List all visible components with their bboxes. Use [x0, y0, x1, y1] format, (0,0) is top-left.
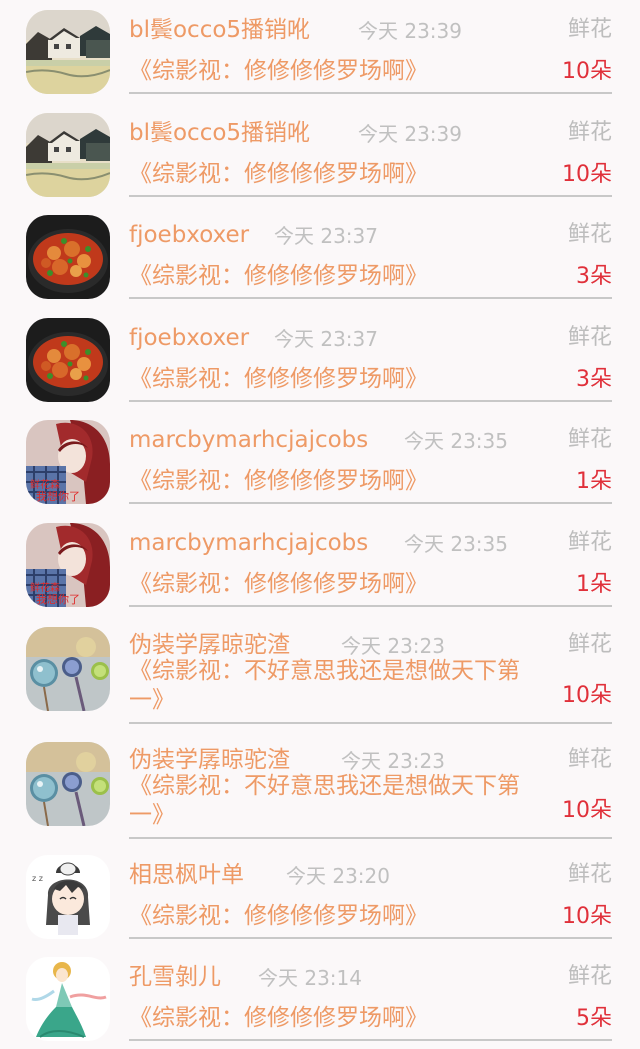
gift-type-label: 鲜花	[567, 325, 612, 350]
list-item[interactable]: 孔雪剝儿 今天 23:14 鲜花 《综影视：修修修修罗场啊》 5朵	[0, 957, 640, 1049]
timestamp: 今天 23:39	[358, 19, 462, 43]
book-title[interactable]: 《综影视：修修修修罗场啊》	[129, 467, 549, 496]
row-divider	[129, 837, 612, 839]
book-title[interactable]: 《综影视：不好意思我还是想做天下第一》	[129, 657, 549, 715]
svg-text:我想你了: 我想你了	[36, 489, 80, 503]
book-title[interactable]: 《综影视：不好意思我还是想做天下第一》	[129, 772, 549, 830]
book-title[interactable]: 《综影视：修修修修罗场啊》	[129, 1004, 549, 1033]
user-name[interactable]: 伪装学孱晾驼渣	[129, 630, 290, 660]
list-item[interactable]: fjoebxoxer 今天 23:37 鲜花 《综影视：修修修修罗场啊》 3朵	[0, 318, 640, 413]
user-avatar[interactable]	[26, 10, 110, 94]
row-divider	[129, 605, 612, 607]
flower-count: 10朵	[562, 683, 612, 708]
timestamp: 今天 23:39	[358, 122, 462, 146]
user-avatar[interactable]	[26, 627, 110, 711]
flower-count: 3朵	[576, 367, 612, 392]
timestamp: 今天 23:37	[274, 327, 378, 351]
user-avatar[interactable]	[26, 742, 110, 826]
timestamp: 今天 23:20	[286, 864, 390, 888]
gift-type-label: 鲜花	[567, 222, 612, 247]
svg-text:z z: z z	[32, 874, 43, 883]
row-divider	[129, 1039, 612, 1041]
book-title[interactable]: 《综影视：修修修修罗场啊》	[129, 365, 549, 394]
gift-type-label: 鲜花	[567, 747, 612, 772]
svg-text:我想你了: 我想你了	[36, 592, 80, 606]
user-name[interactable]: 相思枫叶单	[129, 860, 244, 890]
book-title[interactable]: 《综影视：修修修修罗场啊》	[129, 160, 549, 189]
flower-count: 10朵	[562, 162, 612, 187]
timestamp: 今天 23:14	[258, 966, 362, 990]
timestamp: 今天 23:37	[274, 224, 378, 248]
user-avatar[interactable]	[26, 215, 110, 299]
flower-count: 1朵	[576, 572, 612, 597]
row-divider	[129, 722, 612, 724]
user-avatar[interactable]	[26, 113, 110, 197]
list-item[interactable]: 伪装学孱晾驼渣 今天 23:23 鲜花 《综影视：不好意思我还是想做天下第一》 10朵	[0, 625, 640, 735]
user-avatar[interactable]: z z	[26, 855, 110, 939]
list-item[interactable]: fjoebxoxer 今天 23:37 鲜花 《综影视：修修修修罗场啊》 3朵	[0, 215, 640, 310]
user-name[interactable]: marcbymarhcjajcobs	[129, 425, 368, 455]
flower-count: 10朵	[562, 798, 612, 823]
gift-record-list: bl鬓occo5播销吪 今天 23:39 鲜花 《综影视：修修修修罗场啊》 10朵 bl…	[0, 0, 640, 1049]
list-item[interactable]: 鲜花森 我想你了 marcbymarhcjajcobs 今天 23:35 鲜花 《综影…	[0, 523, 640, 618]
list-item[interactable]: bl鬓occo5播销吪 今天 23:39 鲜花 《综影视：修修修修罗场啊》 10朵	[0, 113, 640, 208]
row-divider	[129, 400, 612, 402]
row-divider	[129, 92, 612, 94]
list-item[interactable]: bl鬓occo5播销吪 今天 23:39 鲜花 《综影视：修修修修罗场啊》 10朵	[0, 10, 640, 105]
gift-type-label: 鲜花	[567, 530, 612, 555]
user-name[interactable]: bl鬓occo5播销吪	[129, 118, 310, 148]
flower-count: 3朵	[576, 264, 612, 289]
row-divider	[129, 937, 612, 939]
book-title[interactable]: 《综影视：修修修修罗场啊》	[129, 262, 549, 291]
row-divider	[129, 502, 612, 504]
user-avatar[interactable]	[26, 318, 110, 402]
flower-count: 5朵	[576, 1006, 612, 1031]
flower-count: 1朵	[576, 469, 612, 494]
list-item[interactable]: z z 相思枫叶单 今天 23:20 鲜花 《综影视：修修修修罗场啊》 10朵	[0, 855, 640, 950]
book-title[interactable]: 《综影视：修修修修罗场啊》	[129, 57, 549, 86]
gift-type-label: 鲜花	[567, 632, 612, 657]
flower-count: 10朵	[562, 59, 612, 84]
list-item[interactable]: 伪装学孱晾驼渣 今天 23:23 鲜花 《综影视：不好意思我还是想做天下第一》 10朵	[0, 740, 640, 850]
user-avatar[interactable]: 鲜花森 我想你了	[26, 420, 110, 504]
timestamp: 今天 23:35	[404, 429, 508, 453]
book-title[interactable]: 《综影视：修修修修罗场啊》	[129, 902, 549, 931]
gift-type-label: 鲜花	[567, 17, 612, 42]
gift-type-label: 鲜花	[567, 862, 612, 887]
gift-type-label: 鲜花	[567, 964, 612, 989]
gift-type-label: 鲜花	[567, 120, 612, 145]
user-name[interactable]: fjoebxoxer	[129, 323, 249, 353]
user-name[interactable]: fjoebxoxer	[129, 220, 249, 250]
book-title[interactable]: 《综影视：修修修修罗场啊》	[129, 570, 549, 599]
user-name[interactable]: bl鬓occo5播销吪	[129, 15, 310, 45]
row-divider	[129, 195, 612, 197]
flower-count: 10朵	[562, 904, 612, 929]
user-avatar[interactable]: 鲜花森 我想你了	[26, 523, 110, 607]
row-divider	[129, 297, 612, 299]
user-name[interactable]: marcbymarhcjajcobs	[129, 528, 368, 558]
user-avatar[interactable]	[26, 957, 110, 1041]
gift-type-label: 鲜花	[567, 427, 612, 452]
user-name[interactable]: 孔雪剝儿	[129, 962, 221, 992]
user-name[interactable]: 伪装学孱晾驼渣	[129, 745, 290, 775]
list-item[interactable]: 鲜花森 我想你了 marcbymarhcjajcobs 今天 23:35 鲜花 《综影…	[0, 420, 640, 515]
timestamp: 今天 23:35	[404, 532, 508, 556]
